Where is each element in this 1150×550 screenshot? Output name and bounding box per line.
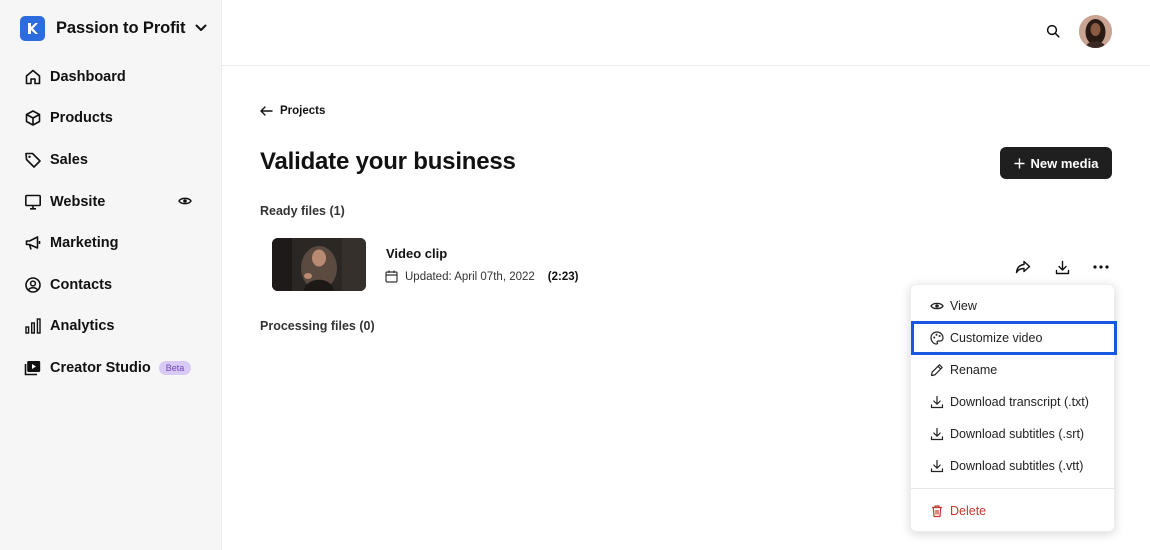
new-media-label: New media bbox=[1030, 155, 1099, 171]
download-icon bbox=[930, 395, 944, 409]
download-icon[interactable] bbox=[1053, 258, 1071, 276]
search-icon[interactable] bbox=[1046, 24, 1060, 38]
updated-date: Updated: April 07th, 2022 bbox=[405, 270, 535, 283]
workspace-name: Passion to Profit bbox=[56, 18, 186, 37]
sidebar-nav: Dashboard Products Sales Website Marketi… bbox=[0, 56, 222, 389]
brand-logo-icon bbox=[20, 15, 45, 41]
menu-item-label: Download subtitles (.srt) bbox=[950, 427, 1085, 441]
play-icon bbox=[24, 359, 42, 377]
menu-item-label: View bbox=[950, 299, 977, 313]
share-icon[interactable] bbox=[1014, 258, 1032, 276]
sidebar-item-analytics[interactable]: Analytics bbox=[0, 306, 222, 348]
sidebar-item-contacts[interactable]: Contacts bbox=[0, 264, 222, 306]
calendar-icon bbox=[385, 270, 398, 283]
duration: (2:23) bbox=[547, 270, 579, 283]
processing-files-heading: Processing files (0) bbox=[260, 319, 375, 333]
sidebar-item-marketing[interactable]: Marketing bbox=[0, 222, 222, 264]
download-icon bbox=[930, 427, 944, 441]
sidebar-item-website[interactable]: Website bbox=[0, 181, 222, 223]
eye-icon bbox=[930, 299, 944, 313]
file-meta: Updated: April 07th, 2022 (2:23) bbox=[385, 270, 578, 283]
menu-item-view[interactable]: View bbox=[911, 290, 1116, 322]
sidebar-item-label: Creator Studio bbox=[50, 359, 151, 376]
plus-icon bbox=[1014, 158, 1025, 169]
menu-item-label: Download transcript (.txt) bbox=[950, 395, 1089, 409]
avatar[interactable] bbox=[1079, 15, 1112, 48]
palette-icon bbox=[930, 331, 944, 345]
menu-item-delete[interactable]: Delete bbox=[911, 495, 1116, 527]
megaphone-icon bbox=[24, 234, 42, 252]
user-circle-icon bbox=[24, 276, 42, 294]
tag-icon bbox=[24, 151, 42, 169]
ready-files-heading: Ready files (1) bbox=[260, 204, 345, 218]
menu-item-label: Download subtitles (.vtt) bbox=[950, 459, 1084, 473]
sidebar-item-label: Marketing bbox=[50, 235, 119, 252]
sidebar-item-label: Website bbox=[50, 193, 106, 210]
workspace-switcher[interactable]: Passion to Profit bbox=[20, 15, 207, 41]
sidebar-item-label: Products bbox=[50, 110, 113, 127]
beta-badge: Beta bbox=[158, 360, 192, 375]
menu-item-label: Delete bbox=[950, 504, 987, 518]
sidebar-item-products[interactable]: Products bbox=[0, 98, 222, 140]
sidebar-item-sales[interactable]: Sales bbox=[0, 139, 222, 181]
eye-icon[interactable] bbox=[178, 194, 192, 208]
box-icon bbox=[24, 109, 42, 127]
file-options-menu: View Customize video Rename Download tra… bbox=[910, 284, 1117, 532]
back-to-projects-link[interactable]: Projects bbox=[260, 105, 325, 117]
menu-item-download-srt[interactable]: Download subtitles (.srt) bbox=[911, 418, 1116, 450]
sidebar-item-creator-studio[interactable]: Creator Studio Beta bbox=[0, 347, 222, 389]
download-icon bbox=[930, 459, 944, 473]
file-actions bbox=[1014, 258, 1131, 276]
sidebar-item-dashboard[interactable]: Dashboard bbox=[0, 56, 222, 98]
sidebar-item-label: Contacts bbox=[50, 276, 113, 293]
sidebar: Passion to Profit Dashboard Products Sal… bbox=[0, 0, 222, 550]
chevron-down-icon bbox=[195, 24, 207, 32]
file-name[interactable]: Video clip bbox=[386, 246, 447, 261]
monitor-icon bbox=[24, 193, 42, 211]
page-title: Validate your business bbox=[260, 148, 516, 175]
menu-item-label: Rename bbox=[950, 363, 998, 377]
menu-item-download-vtt[interactable]: Download subtitles (.vtt) bbox=[911, 450, 1116, 482]
trash-icon bbox=[930, 504, 944, 518]
video-thumbnail[interactable] bbox=[272, 238, 366, 291]
bar-chart-icon bbox=[24, 317, 42, 335]
arrow-left-icon bbox=[260, 106, 273, 116]
pencil-icon bbox=[930, 363, 944, 377]
sidebar-item-label: Dashboard bbox=[50, 68, 126, 85]
menu-item-customize-video[interactable]: Customize video bbox=[911, 321, 1117, 355]
sidebar-item-label: Sales bbox=[50, 151, 88, 168]
home-icon bbox=[24, 68, 42, 86]
menu-item-rename[interactable]: Rename bbox=[911, 354, 1116, 386]
menu-item-label: Customize video bbox=[950, 331, 1043, 345]
back-label: Projects bbox=[280, 105, 326, 117]
more-options-icon[interactable] bbox=[1092, 258, 1110, 276]
sidebar-item-label: Analytics bbox=[50, 318, 115, 335]
menu-divider bbox=[911, 488, 1116, 489]
top-bar bbox=[222, 0, 1150, 66]
new-media-button[interactable]: New media bbox=[1000, 147, 1112, 179]
menu-item-download-transcript[interactable]: Download transcript (.txt) bbox=[911, 386, 1116, 418]
